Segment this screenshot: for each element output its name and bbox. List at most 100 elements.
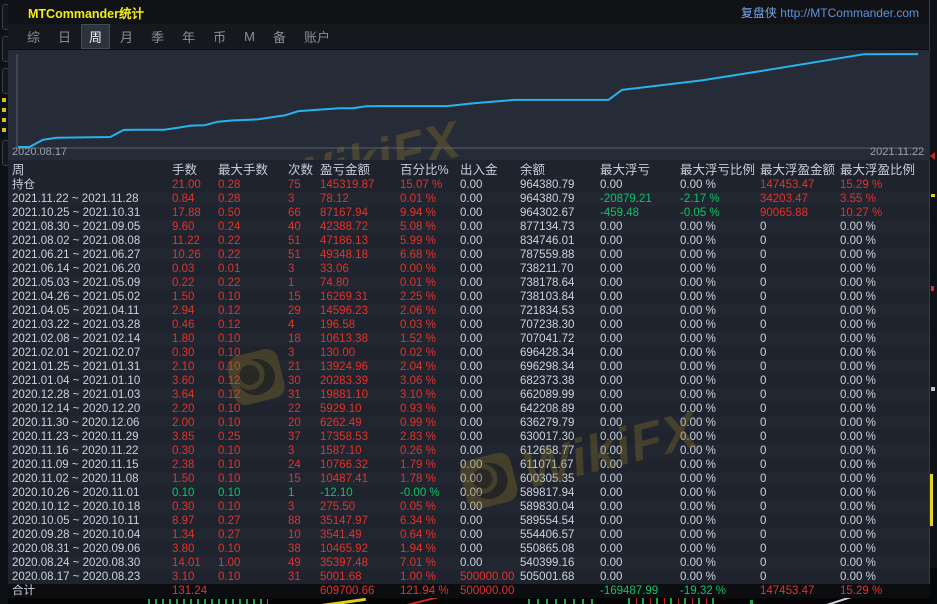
cell-balance: 636279.79: [520, 416, 574, 430]
cell-max-float-loss: 0.00: [600, 248, 622, 262]
menu-item-备[interactable]: 备: [266, 25, 293, 48]
cell-deposit: 0.00: [460, 472, 482, 486]
cell-max-float-loss: -20879.21: [600, 192, 652, 206]
cell-max-float-profit: 0: [760, 360, 766, 374]
table-row[interactable]: 2021.01.25 ~ 2021.01.312.100.102113924.9…: [8, 360, 930, 374]
table-row[interactable]: 2021.11.22 ~ 2021.11.280.840.28378.120.0…: [8, 192, 930, 206]
cell-balance: 540399.16: [520, 556, 574, 570]
table-row[interactable]: 2021.08.02 ~ 2021.08.0811.220.225147186.…: [8, 234, 930, 248]
cell-max-lots: 0.01: [218, 262, 240, 276]
cell-max-lots: 0.10: [218, 402, 240, 416]
table-row[interactable]: 2021.01.04 ~ 2021.01.103.600.123020283.3…: [8, 374, 930, 388]
cell-max-lots: 0.10: [218, 332, 240, 346]
background-window-right-edge: [930, 0, 937, 604]
menu-item-币[interactable]: 币: [206, 25, 233, 48]
cell-deposit: 0.00: [460, 360, 482, 374]
menu-item-季[interactable]: 季: [144, 25, 171, 48]
cell-balance: 964380.79: [520, 178, 574, 192]
table-row[interactable]: 2021.02.01 ~ 2021.02.070.300.103130.000.…: [8, 346, 930, 360]
cell-week: 2021.02.08 ~ 2021.02.14: [12, 332, 140, 346]
table-row[interactable]: 2020.12.14 ~ 2020.12.202.200.10225929.10…: [8, 402, 930, 416]
table-row[interactable]: 2020.08.17 ~ 2020.08.233.100.10315001.68…: [8, 570, 930, 584]
cell-max-float-profit: 0: [760, 220, 766, 234]
cell-max-float-loss-pct: 0.00 %: [680, 514, 716, 528]
cell-week: 2020.11.09 ~ 2020.11.15: [12, 458, 139, 472]
menu-item-日[interactable]: 日: [51, 25, 78, 48]
cell-max-float-profit-pct: 10.27 %: [840, 206, 882, 220]
cell-max-float-loss-pct: 0.00 %: [680, 304, 716, 318]
cell-balance: 505001.68: [520, 570, 574, 584]
table-row[interactable]: 2020.10.12 ~ 2020.10.180.300.103275.500.…: [8, 500, 930, 514]
table-row[interactable]: 2020.12.28 ~ 2021.01.033.640.123119881.1…: [8, 388, 930, 402]
cell-balance: 600305.35: [520, 472, 574, 486]
cell-count: 51: [288, 234, 301, 248]
cell-max-float-profit: 0: [760, 402, 766, 416]
brand-link[interactable]: 复盘侠 http://MTCommander.com: [741, 4, 919, 21]
header-week: 周: [12, 163, 25, 178]
cell-percent: 6.34 %: [400, 514, 436, 528]
cell-balance: 696428.34: [520, 346, 574, 360]
table-row[interactable]: 2020.10.26 ~ 2020.11.010.100.101-12.10-0…: [8, 486, 930, 500]
table-row[interactable]: 2020.11.23 ~ 2020.11.293.850.253717358.5…: [8, 430, 930, 444]
cell-week: 2020.08.31 ~ 2020.09.06: [12, 542, 140, 556]
cell-percent: 7.01 %: [400, 556, 436, 570]
menu-item-月[interactable]: 月: [113, 25, 140, 48]
table-row[interactable]: 2021.05.03 ~ 2021.05.090.220.22174.800.0…: [8, 276, 930, 290]
cell-balance: 964380.79: [520, 192, 574, 206]
table-row[interactable]: 2020.10.05 ~ 2020.10.118.970.278835147.9…: [8, 514, 930, 528]
table-row[interactable]: 2020.11.16 ~ 2020.11.220.300.1031587.100…: [8, 444, 930, 458]
table-row[interactable]: 2021.04.26 ~ 2021.05.021.500.101516269.3…: [8, 290, 930, 304]
cell-percent: 0.26 %: [400, 444, 436, 458]
cell-week: 2021.08.02 ~ 2021.08.08: [12, 234, 140, 248]
cell-max-lots: 0.25: [218, 430, 240, 444]
cell-max-lots: 0.22: [218, 234, 240, 248]
table-row[interactable]: 2020.08.31 ~ 2020.09.063.800.103810465.9…: [8, 542, 930, 556]
cell-lots: 0.03: [172, 262, 194, 276]
cell-max-float-profit: 0: [760, 444, 766, 458]
cell-balance: 738211.70: [520, 262, 574, 276]
cell-percent: 2.25 %: [400, 290, 436, 304]
cell-deposit: 0.00: [460, 318, 482, 332]
table-row[interactable]: 持仓21.000.2875145319.8715.07 %0.00964380.…: [8, 178, 930, 192]
header-percent: 百分比%: [400, 163, 449, 178]
cell-count: 4: [288, 318, 294, 332]
cell-max-float-loss: 0.00: [600, 416, 622, 430]
table-row[interactable]: 2021.03.22 ~ 2021.03.280.460.124196.580.…: [8, 318, 930, 332]
table-row[interactable]: 2020.11.30 ~ 2020.12.062.000.10206262.49…: [8, 416, 930, 430]
table-row[interactable]: 2021.02.08 ~ 2021.02.141.800.101810613.3…: [8, 332, 930, 346]
table-row[interactable]: 2021.10.25 ~ 2021.10.3117.880.506687167.…: [8, 206, 930, 220]
menu-item-周[interactable]: 周: [82, 25, 109, 48]
table-row[interactable]: 2020.08.24 ~ 2020.08.3014.011.004935397.…: [8, 556, 930, 570]
cell-max-float-profit: 0: [760, 430, 766, 444]
menu-item-年[interactable]: 年: [175, 25, 202, 48]
cell-max-lots: 0.28: [218, 192, 240, 206]
table-row[interactable]: 2020.11.02 ~ 2020.11.081.500.101510487.4…: [8, 472, 930, 486]
table-row[interactable]: 2020.09.28 ~ 2020.10.041.340.27103541.49…: [8, 528, 930, 542]
cell-max-float-profit: 0: [760, 318, 766, 332]
table-row[interactable]: 2021.06.14 ~ 2021.06.200.030.01333.060.0…: [8, 262, 930, 276]
cell-pl-amount: 19881.10: [320, 388, 368, 402]
cell-max-float-loss-pct: 0.00 %: [680, 346, 716, 360]
table-row[interactable]: 2021.06.21 ~ 2021.06.2710.260.225149348.…: [8, 248, 930, 262]
cell-max-float-profit: 0: [760, 374, 766, 388]
cell-percent: 0.02 %: [400, 346, 436, 360]
cell-deposit: 0.00: [460, 458, 482, 472]
cell-max-float-profit: 147453.47: [760, 584, 814, 598]
table-row[interactable]: 2021.08.30 ~ 2021.09.059.600.244042388.7…: [8, 220, 930, 234]
table-row-total[interactable]: 合计131.24609700.66121.94 %500000.00-16948…: [8, 584, 930, 598]
cell-max-float-profit-pct: 0.00 %: [840, 346, 876, 360]
cell-max-float-loss-pct: -0.05 %: [680, 206, 720, 220]
menu-item-账户[interactable]: 账户: [297, 25, 337, 48]
cell-lots: 0.30: [172, 346, 194, 360]
cell-max-float-profit-pct: 15.29 %: [840, 584, 882, 598]
table-row[interactable]: 2021.04.05 ~ 2021.04.112.940.122914596.2…: [8, 304, 930, 318]
table-row[interactable]: 2020.11.09 ~ 2020.11.152.380.102410766.3…: [8, 458, 930, 472]
menu-item-M[interactable]: M: [237, 27, 262, 46]
cell-deposit: 0.00: [460, 514, 482, 528]
cell-max-float-loss: 0.00: [600, 360, 622, 374]
cell-max-float-loss-pct: 0.00 %: [680, 472, 716, 486]
header-max-float-profit-pct: 最大浮盈比例: [840, 163, 915, 178]
cell-deposit: 0.00: [460, 262, 482, 276]
menu-item-综[interactable]: 综: [20, 25, 47, 48]
cell-balance: 696298.34: [520, 360, 574, 374]
